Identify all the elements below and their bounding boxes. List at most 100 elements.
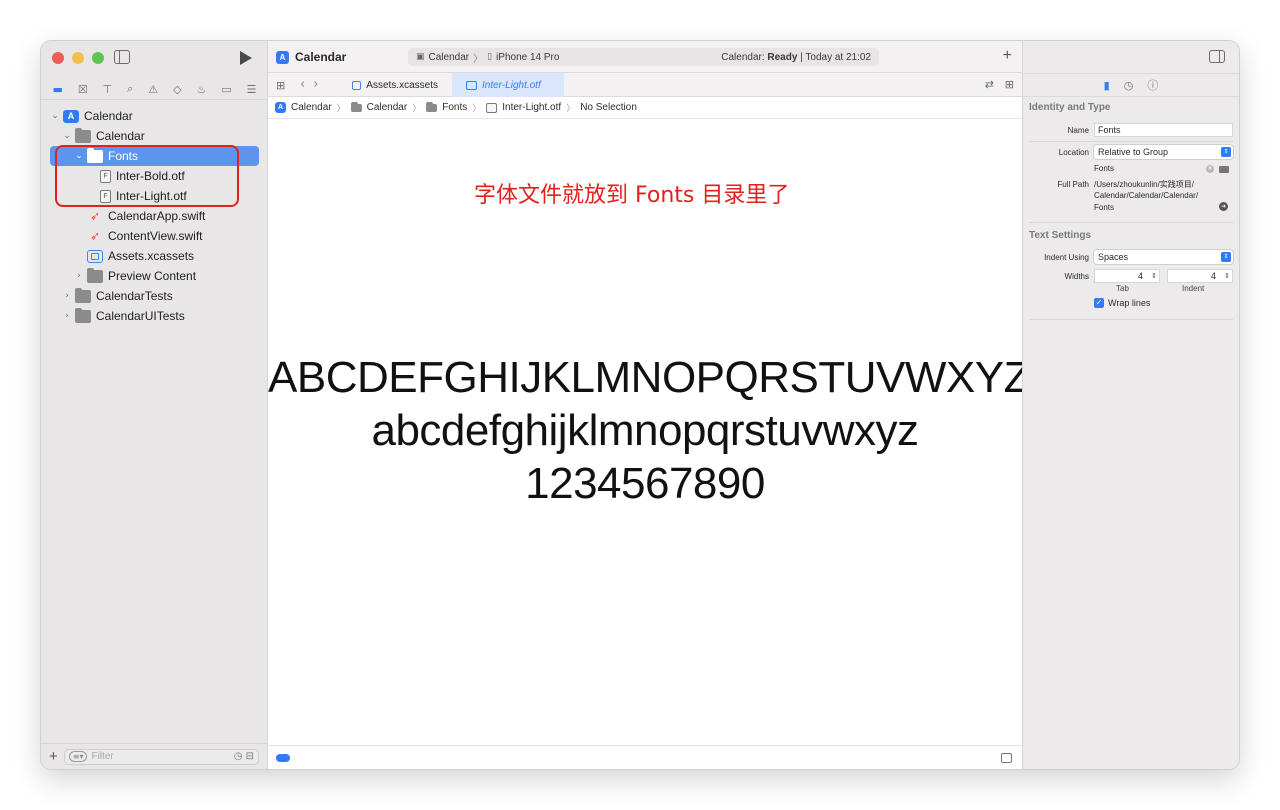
tree-item-calendartests[interactable]: › CalendarTests xyxy=(41,286,268,306)
clear-icon[interactable]: ✕ xyxy=(1206,165,1214,173)
project-title-label: Calendar xyxy=(295,50,347,64)
chevron-right-icon[interactable]: › xyxy=(62,311,72,321)
wrap-lines-checkbox[interactable]: ✓ Wrap lines xyxy=(1094,298,1150,308)
editor-area: A Calendar ▣ Calendar 〉 ▯ iPhone 14 Pro … xyxy=(268,41,1030,769)
filter-input[interactable]: ≡▾ Filter ◷ ⊟ xyxy=(63,748,259,765)
tree-item-label: CalendarUITests xyxy=(96,309,185,323)
xmark-box-icon[interactable]: ☒ xyxy=(78,83,88,96)
folder-icon xyxy=(75,287,91,303)
build-status: Calendar: Ready | Today at 21:02 xyxy=(721,52,871,63)
breadcrumb-item[interactable]: Inter-Light.otf xyxy=(502,102,561,113)
folder-icon xyxy=(87,267,103,283)
checkmark-icon[interactable]: ✓ xyxy=(1094,298,1104,308)
annotation-highlight-box xyxy=(55,145,239,207)
hierarchy-icon[interactable]: ⊤ xyxy=(103,83,113,96)
chevron-right-icon[interactable]: › xyxy=(74,271,84,281)
breadcrumb-item[interactable]: Calendar xyxy=(291,102,332,113)
indent-using-value: Spaces xyxy=(1098,252,1129,262)
tree-item-contentview-swift[interactable]: ➶ ContentView.swift xyxy=(41,226,268,246)
status-prefix: Calendar: xyxy=(721,51,765,63)
location-popup[interactable]: Relative to Group ⇕ xyxy=(1094,145,1233,159)
divider xyxy=(1029,141,1233,142)
tab-width-value: 4 xyxy=(1137,271,1143,281)
tag-icon[interactable]: ▭ xyxy=(221,83,231,96)
divider xyxy=(1029,222,1233,223)
stepper-arrows-icon[interactable]: ⇕ xyxy=(1151,270,1157,282)
history-icon[interactable]: ◷ xyxy=(1124,79,1134,92)
folder-icon[interactable]: ▬ xyxy=(52,83,62,96)
recent-files-icon[interactable]: ◷ ⊟ xyxy=(234,751,254,762)
add-icon[interactable]: + xyxy=(1003,47,1012,65)
stepper-arrows-icon[interactable]: ⇕ xyxy=(1224,270,1230,282)
warning-icon[interactable]: ⚠ xyxy=(148,83,158,96)
breadcrumb-item[interactable]: Fonts xyxy=(442,102,467,113)
tab-assets[interactable]: Assets.xcassets xyxy=(338,73,452,97)
breadcrumb-item[interactable]: Calendar xyxy=(367,102,408,113)
tree-item-label: ContentView.swift xyxy=(108,229,203,243)
tree-item-label: Calendar xyxy=(84,109,133,123)
diamond-icon[interactable]: ◇ xyxy=(173,83,181,96)
name-field[interactable]: Fonts xyxy=(1094,123,1233,137)
indent-caption: Indent xyxy=(1182,284,1205,293)
navigation-arrows[interactable]: ‹› xyxy=(300,77,326,92)
project-title: A Calendar xyxy=(276,50,346,64)
app-icon: A xyxy=(276,50,289,64)
chevron-right-icon[interactable]: › xyxy=(62,291,72,301)
panel-toggle-icon[interactable] xyxy=(1001,753,1012,763)
tree-item-preview-content[interactable]: › Preview Content xyxy=(41,266,268,286)
status-ready: Ready xyxy=(767,51,798,63)
chevron-right-icon: 〉 xyxy=(472,104,482,114)
section-title-text-settings: Text Settings xyxy=(1029,230,1092,241)
widths-label: Widths xyxy=(1064,272,1089,281)
report-icon[interactable]: ☰ xyxy=(247,83,257,96)
chevron-right-icon: 〉 xyxy=(412,104,422,114)
tab-width-stepper[interactable]: 4 ⇕ xyxy=(1094,269,1160,283)
folder-icon xyxy=(426,101,438,112)
reveal-arrow-icon[interactable]: ➜ xyxy=(1219,202,1228,211)
tree-item-label: Calendar xyxy=(96,129,145,143)
divider xyxy=(1029,319,1233,320)
add-icon[interactable]: + xyxy=(49,748,58,765)
debug-toggle-icon[interactable] xyxy=(276,754,290,762)
folder-icon[interactable] xyxy=(1219,166,1229,173)
swap-icon[interactable]: ⇄ xyxy=(985,78,994,91)
tree-item-calendar-folder[interactable]: ⌄ Calendar xyxy=(41,126,268,146)
location-folder: Fonts xyxy=(1094,164,1115,173)
sidebar-toggle-icon[interactable] xyxy=(114,50,130,64)
inspector-toggle-icon[interactable] xyxy=(1209,50,1225,63)
scheme-name[interactable]: Calendar xyxy=(429,52,470,63)
add-editor-icon[interactable]: ⊞ xyxy=(1005,78,1014,91)
indent-using-label: Indent Using xyxy=(1044,253,1089,262)
tree-item-calendarapp-swift[interactable]: ➶ CalendarApp.swift xyxy=(41,206,268,226)
chevron-down-icon[interactable]: ⌄ xyxy=(62,131,72,141)
grid-icon[interactable]: ⊞ xyxy=(276,79,285,92)
editor-status-bar xyxy=(268,745,1022,769)
fullpath-label: Full Path xyxy=(1057,180,1089,189)
help-icon[interactable]: ⓘ xyxy=(1147,77,1158,93)
tree-item-project[interactable]: ⌄ A Calendar xyxy=(41,106,268,126)
zoom-button[interactable] xyxy=(92,52,104,64)
indent-width-stepper[interactable]: 4 ⇕ xyxy=(1167,269,1233,283)
chevron-down-icon[interactable]: ⌄ xyxy=(50,111,60,121)
minimize-button[interactable] xyxy=(72,52,84,64)
chevron-right-icon: 〉 xyxy=(336,104,346,114)
spray-icon[interactable]: ♨ xyxy=(196,83,206,96)
tab-label: Inter-Light.otf xyxy=(482,79,541,91)
scheme-selector[interactable]: ▣ Calendar 〉 ▯ iPhone 14 Pro Calendar: R… xyxy=(408,48,879,66)
breadcrumb-item[interactable]: No Selection xyxy=(580,102,637,113)
close-button[interactable] xyxy=(52,52,64,64)
app-icon: A xyxy=(275,102,286,113)
indent-using-popup[interactable]: Spaces ⇕ xyxy=(1094,250,1233,264)
font-file-icon xyxy=(486,102,498,113)
chevron-right-icon: 〉 xyxy=(566,104,576,114)
tree-item-calendaruitests[interactable]: › CalendarUITests xyxy=(41,306,268,326)
file-inspector-icon[interactable]: ▮ xyxy=(1104,79,1110,92)
tree-item-assets[interactable]: Assets.xcassets xyxy=(41,246,268,266)
search-icon[interactable]: ⌕ xyxy=(127,82,133,96)
device-name[interactable]: iPhone 14 Pro xyxy=(496,52,559,63)
run-button[interactable] xyxy=(240,51,252,65)
tab-inter-light[interactable]: Inter-Light.otf xyxy=(452,73,564,97)
inspector-panel: ▮ ◷ ⓘ Identity and Type Name Fonts Locat… xyxy=(1022,41,1239,769)
filter-options-icon[interactable]: ≡▾ xyxy=(68,751,88,762)
location-value: Relative to Group xyxy=(1098,147,1169,157)
